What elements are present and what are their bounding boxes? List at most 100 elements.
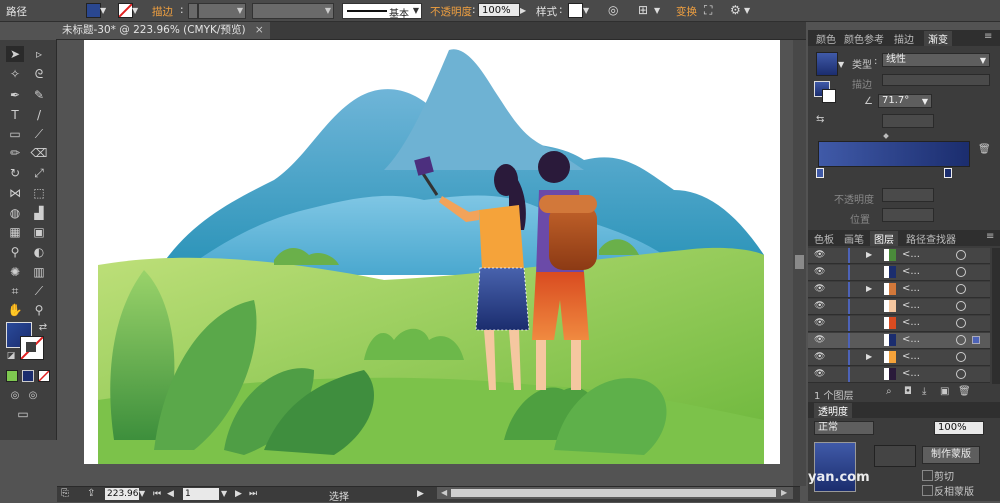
gradient-position-field[interactable]: [882, 208, 934, 222]
draw-behind-icon[interactable]: ◎: [24, 388, 42, 404]
rotate-tool-icon[interactable]: ↻: [6, 165, 24, 181]
tab-swatches[interactable]: 色板: [814, 231, 834, 246]
angle-field[interactable]: 71.7° ▼: [878, 94, 932, 108]
selection-tool-icon[interactable]: ➤: [6, 46, 24, 62]
invert-mask-checkbox[interactable]: [922, 485, 933, 496]
aspect-ratio-field[interactable]: [882, 114, 934, 128]
slice-tool-icon[interactable]: ⟋: [30, 283, 48, 299]
close-icon[interactable]: ×: [255, 24, 264, 36]
variable-width-profile[interactable]: ▼: [252, 3, 334, 19]
gradient-slider[interactable]: [818, 141, 970, 167]
expand-triangle-icon[interactable]: ▶: [866, 284, 872, 293]
visibility-eye-icon[interactable]: 👁: [814, 301, 825, 311]
gradient-mode-icon[interactable]: [22, 370, 34, 382]
vertical-scroll-thumb[interactable]: [795, 255, 804, 269]
prev-artboard-icon[interactable]: ◀: [167, 487, 174, 501]
visibility-eye-icon[interactable]: 👁: [814, 318, 825, 328]
tab-layers[interactable]: 图层: [870, 231, 898, 246]
artboard-dropdown-icon[interactable]: ▼: [221, 487, 227, 501]
fill-swatch[interactable]: [86, 3, 101, 18]
scroll-left-icon[interactable]: ◀: [441, 488, 448, 498]
make-mask-button[interactable]: 制作蒙版: [922, 446, 980, 464]
symbol-sprayer-tool-icon[interactable]: ✺: [6, 264, 24, 280]
layer-name[interactable]: <...: [902, 351, 920, 362]
target-circle-icon[interactable]: [956, 352, 966, 362]
target-circle-icon[interactable]: [956, 301, 966, 311]
locate-object-icon[interactable]: ⌕: [886, 386, 892, 397]
stroke-color-box[interactable]: [20, 336, 44, 360]
scroll-right-icon[interactable]: ▶: [781, 488, 788, 498]
eraser-tool-icon[interactable]: ⌫: [30, 145, 48, 161]
pen-tool-icon[interactable]: ✒: [6, 87, 24, 103]
vertical-scrollbar[interactable]: [793, 40, 806, 486]
artboard-field[interactable]: 1: [183, 488, 219, 500]
new-layer-icon[interactable]: ▣: [940, 386, 949, 397]
tab-brushes[interactable]: 画笔: [844, 231, 864, 246]
visibility-eye-icon[interactable]: 👁: [814, 352, 825, 362]
gradient-stop-start[interactable]: [816, 168, 824, 178]
status-menu-icon[interactable]: ▶: [417, 487, 424, 501]
expand-triangle-icon[interactable]: ▶: [866, 352, 872, 361]
panel-menu-icon[interactable]: ≡: [984, 31, 992, 42]
share-icon[interactable]: ⎘: [61, 487, 69, 501]
make-clipping-mask-icon[interactable]: ◘: [904, 386, 912, 397]
stroke-weight-field[interactable]: ▼: [198, 3, 246, 19]
stroke-label[interactable]: 描边: [152, 4, 173, 19]
none-mode-icon[interactable]: [38, 370, 50, 382]
hand-tool-icon[interactable]: ✋: [6, 302, 24, 318]
gradient-tool-icon[interactable]: ▣: [30, 224, 48, 240]
direct-selection-tool-icon[interactable]: ▹: [30, 46, 48, 62]
layer-name[interactable]: <...: [902, 368, 920, 379]
column-graph-tool-icon[interactable]: ▥: [30, 264, 48, 280]
eyedropper-tool-icon[interactable]: ⚲: [6, 244, 24, 260]
tab-pathfinder[interactable]: 路径查找器: [906, 231, 956, 246]
tab-stroke[interactable]: 描边: [894, 31, 914, 46]
stroke-weight-stepper[interactable]: [188, 3, 198, 19]
document-tab[interactable]: 未标题-30* @ 223.96% (CMYK/预览) ×: [56, 22, 270, 39]
layer-row[interactable]: 👁 ▶ <...: [808, 248, 990, 264]
clip-checkbox[interactable]: [922, 470, 933, 481]
layer-name[interactable]: <...: [902, 283, 920, 294]
new-sublayer-icon[interactable]: ⤓: [922, 386, 926, 397]
tab-transparency[interactable]: 透明度: [814, 403, 852, 418]
layer-name[interactable]: <...: [902, 266, 920, 277]
layer-row[interactable]: 👁 ▶ <...: [808, 282, 990, 298]
blend-tool-icon[interactable]: ◐: [30, 244, 48, 260]
layer-row[interactable]: 👁 <...: [808, 333, 990, 349]
layer-row[interactable]: 👁 <...: [808, 367, 990, 383]
horizontal-scroll-thumb[interactable]: [451, 489, 776, 497]
layer-name[interactable]: <...: [902, 334, 920, 345]
lasso-tool-icon[interactable]: ᘓ: [30, 66, 48, 82]
zoom-dropdown-icon[interactable]: ▼: [139, 487, 145, 501]
gradient-preset-dropdown-icon[interactable]: ▼: [838, 58, 844, 72]
blend-mode-select[interactable]: 正常: [814, 421, 874, 435]
target-circle-icon[interactable]: [956, 284, 966, 294]
visibility-eye-icon[interactable]: 👁: [814, 284, 825, 294]
expand-triangle-icon[interactable]: ▶: [866, 250, 872, 259]
style-swatch[interactable]: [568, 3, 583, 18]
curvature-tool-icon[interactable]: ✎: [30, 87, 48, 103]
draw-normal-icon[interactable]: ◎: [6, 388, 24, 404]
layer-row[interactable]: 👁 <...: [808, 316, 990, 332]
panel-menu-icon[interactable]: ≡: [986, 231, 994, 242]
align-dropdown-icon[interactable]: ▼: [654, 4, 660, 18]
artboard-tool-icon[interactable]: ⌗: [6, 283, 24, 299]
layer-row[interactable]: 👁 ▶ <...: [808, 350, 990, 366]
pencil-tool-icon[interactable]: ✏: [6, 145, 24, 161]
export-icon[interactable]: ⇪: [87, 487, 95, 501]
gradient-preview-swatch[interactable]: [816, 52, 838, 76]
stroke-gradient-options[interactable]: [882, 74, 990, 86]
color-mode-icon[interactable]: [6, 370, 18, 382]
swap-colors-icon[interactable]: ⇄: [34, 320, 52, 336]
tab-color[interactable]: 颜色: [816, 31, 836, 46]
delete-layer-icon[interactable]: 🗑: [958, 386, 971, 397]
horizontal-scrollbar[interactable]: ◀ ▶: [437, 487, 793, 499]
style-dropdown-icon[interactable]: ▼: [583, 4, 589, 18]
last-artboard-icon[interactable]: ⏭: [249, 487, 257, 501]
tab-gradient[interactable]: 渐变: [924, 31, 952, 46]
chart-tool-icon[interactable]: ▟: [30, 205, 48, 221]
opacity-input[interactable]: 100%: [478, 3, 520, 17]
stroke-dropdown-icon[interactable]: ▼: [132, 4, 138, 18]
stroke-swatch[interactable]: [118, 3, 133, 18]
layer-row[interactable]: 👁 <...: [808, 299, 990, 315]
